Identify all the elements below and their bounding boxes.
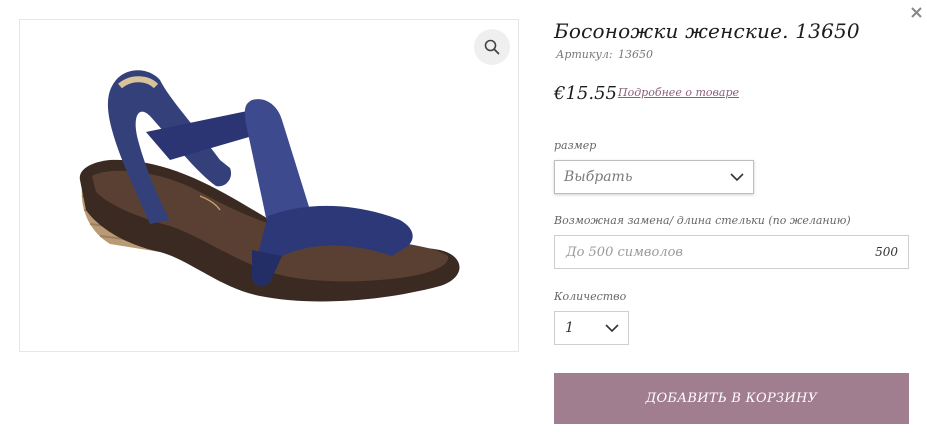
size-select-value: Выбрать [564, 169, 633, 185]
quantity-select-value: 1 [565, 320, 574, 336]
insole-input-placeholder: До 500 символов [566, 244, 683, 260]
size-select[interactable]: Выбрать [554, 160, 754, 194]
insole-label: Возможная замена/ длина стельки (по жела… [554, 214, 851, 227]
chevron-down-icon [605, 324, 619, 333]
article-number: Артикул: 13650 [554, 48, 653, 61]
sandal-product-photo [79, 70, 460, 302]
product-price: €15.55 [554, 83, 617, 104]
quantity-label: Количество [554, 290, 627, 303]
product-details-link[interactable]: Подробнее о товаре [618, 86, 739, 99]
zoom-icon [484, 39, 500, 55]
size-label: размер [554, 139, 597, 152]
add-to-cart-button[interactable]: ДОБАВИТЬ В КОРЗИНУ [554, 373, 909, 424]
product-title: Босоножки женские. 13650 [554, 19, 860, 43]
close-icon [910, 6, 922, 18]
zoom-button[interactable] [474, 29, 510, 65]
insole-input[interactable]: До 500 символов 500 [554, 235, 909, 269]
char-counter: 500 [875, 245, 898, 259]
article-value: 13650 [618, 48, 654, 61]
chevron-down-icon [730, 173, 744, 182]
article-label: Артикул: [556, 48, 613, 61]
close-button[interactable] [908, 4, 924, 20]
product-image-frame[interactable] [19, 19, 519, 352]
quantity-select[interactable]: 1 [554, 311, 629, 345]
